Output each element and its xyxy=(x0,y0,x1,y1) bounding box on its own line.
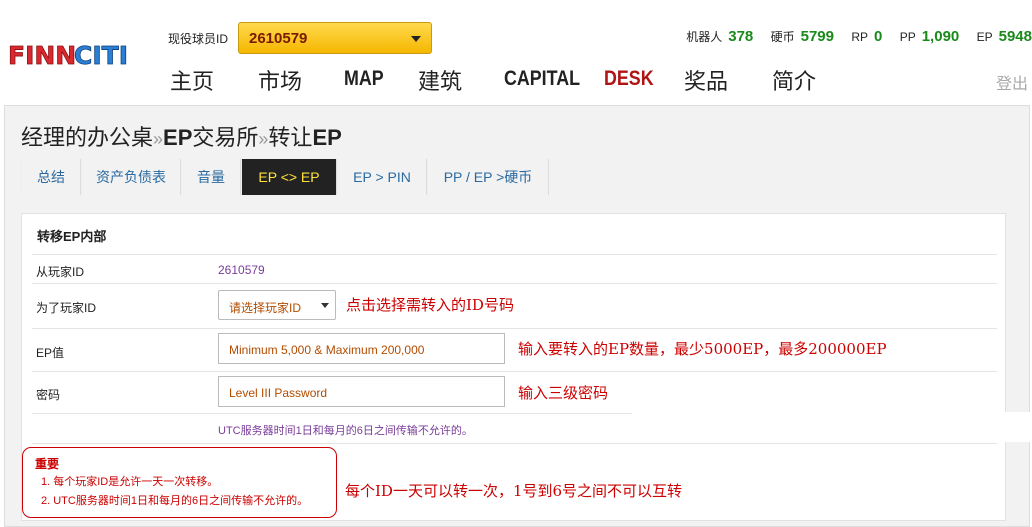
nav-desk[interactable]: DESK xyxy=(604,67,654,91)
breadcrumb: 经理的办公桌»EP交易所»转让EP xyxy=(21,120,342,152)
breadcrumb-exchange[interactable]: 交易所 xyxy=(192,125,258,150)
tab-pp-ep-coins[interactable]: PP / EP >硬币 xyxy=(427,159,549,195)
tab-ep-pin[interactable]: EP > PIN xyxy=(337,159,427,195)
divider xyxy=(32,371,997,372)
ep-value-label: EP值 xyxy=(36,346,65,360)
to-player-hint: 点击选择需转入的ID号码 xyxy=(346,296,514,314)
breadcrumb-ep[interactable]: EP xyxy=(163,125,192,150)
breadcrumb-transfer: 转让 xyxy=(268,125,313,150)
divider xyxy=(32,328,997,329)
important-notice: 重要 1. 每个玩家ID是允许一天一次转移。 2. UTC服务器时间1日和每月的… xyxy=(22,447,337,518)
to-player-select[interactable]: 请选择玩家ID xyxy=(218,290,336,320)
active-player-id: 2610579 xyxy=(249,30,308,47)
finnciti-logo[interactable]: FINN CITI xyxy=(6,36,134,72)
site-header: FINN CITI 现役球员ID 2610579 机器人 378 硬币 5799 R… xyxy=(0,0,1032,100)
from-player-label: 从玩家ID xyxy=(36,265,85,279)
password-input[interactable]: Level III Password xyxy=(218,376,505,407)
important-title: 重要 xyxy=(35,457,60,471)
stat-robots: 机器人 378 xyxy=(686,28,754,45)
tab-ep-ep[interactable]: EP <> EP xyxy=(241,159,337,195)
svg-text:FINN: FINN xyxy=(8,41,76,70)
breadcrumb-transfer-ep: EP xyxy=(312,125,342,150)
nav-capital[interactable]: CAPITAL xyxy=(504,67,580,91)
nav-buildings[interactable]: 建筑 xyxy=(418,64,462,96)
chevron-down-icon xyxy=(321,303,329,308)
svg-text:CITI: CITI xyxy=(74,41,128,70)
stat-ep: EP 5948 xyxy=(976,28,1032,45)
stat-pp: PP 1,090 xyxy=(899,28,960,45)
important-item: 2. UTC服务器时间1日和每月的6日之间传输不允许的。 xyxy=(41,495,309,507)
chevron-down-icon xyxy=(411,36,421,42)
divider xyxy=(32,283,997,284)
breadcrumb-separator: » xyxy=(153,129,164,149)
breadcrumb-separator: » xyxy=(258,129,269,149)
form-title: 转移EP内部 xyxy=(37,229,107,244)
nav-profile[interactable]: 简介 xyxy=(772,64,816,96)
logout-link[interactable]: 登出 xyxy=(996,70,1028,94)
transfer-rule-hint: 每个ID一天可以转一次，1号到6号之间不可以互转 xyxy=(345,482,683,500)
important-item: 1. 每个玩家ID是允许一天一次转移。 xyxy=(41,476,219,488)
stat-coins: 硬币 5799 xyxy=(770,28,834,45)
tab-volume[interactable]: 音量 xyxy=(181,159,241,195)
tab-summary[interactable]: 总结 xyxy=(21,159,81,195)
nav-prizes[interactable]: 奖品 xyxy=(684,64,728,96)
ep-value-hint: 输入要转入的EP数量，最少5000EP，最多200000EP xyxy=(518,340,887,358)
breadcrumb-desk[interactable]: 经理的办公桌 xyxy=(21,125,153,150)
divider xyxy=(32,254,997,255)
from-player-value: 2610579 xyxy=(218,263,265,277)
stat-rp: RP 0 xyxy=(851,28,883,45)
active-player-select[interactable]: 2610579 xyxy=(238,22,432,54)
to-player-label: 为了玩家ID xyxy=(36,301,97,315)
utc-note: UTC服务器时间1日和每月的6日之间传输不允许的。 xyxy=(218,425,473,437)
password-hint: 输入三级密码 xyxy=(518,384,609,402)
ep-value-input[interactable]: Minimum 5,000 & Maximum 200,000 xyxy=(218,333,505,364)
blank-area xyxy=(632,412,1032,442)
divider xyxy=(32,443,997,444)
nav-home[interactable]: 主页 xyxy=(170,64,214,96)
nav-map[interactable]: MAP xyxy=(344,67,384,91)
nav-market[interactable]: 市场 xyxy=(258,64,302,96)
active-player-label: 现役球员ID xyxy=(168,32,229,46)
password-label: 密码 xyxy=(36,388,61,402)
tab-balance-sheet[interactable]: 资产负债表 xyxy=(81,159,181,195)
player-stats: 机器人 378 硬币 5799 RP 0 PP 1,090 EP 5948 xyxy=(672,28,1032,48)
